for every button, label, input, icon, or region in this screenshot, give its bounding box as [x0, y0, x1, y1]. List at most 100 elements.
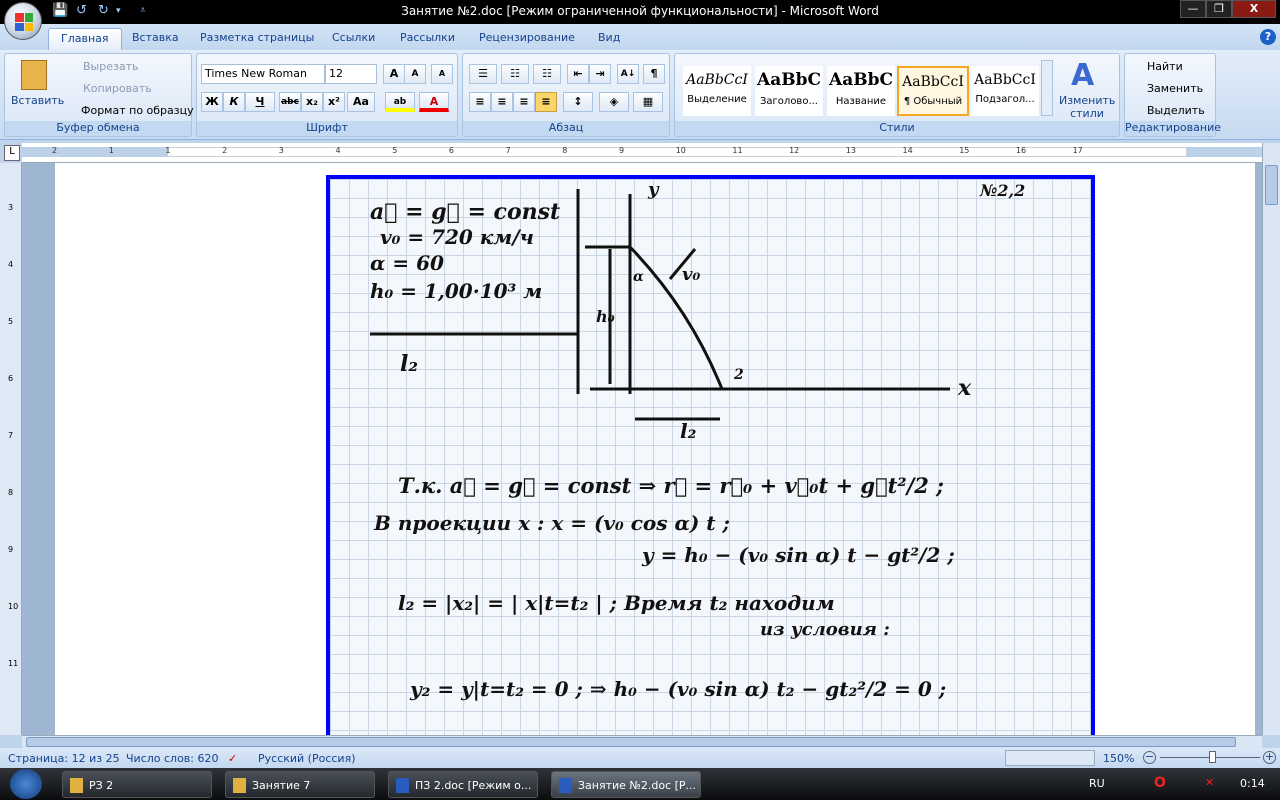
language-indicator[interactable]: Русский (Россия)	[258, 752, 356, 765]
input-language[interactable]: RU	[1089, 777, 1105, 790]
numbering-button[interactable]: ☷	[501, 64, 529, 84]
ribbon-tabs: Главная Вставка Разметка страницы Ссылки…	[0, 24, 1280, 50]
spelling-icon[interactable]: ✓	[228, 752, 237, 765]
show-marks-button[interactable]: ¶	[643, 64, 665, 84]
horizontal-ruler[interactable]: 2 1 1 2 3 4 5 6 7 8 9 10 11 12 13 14 15 16 17	[22, 143, 1262, 163]
redo-icon[interactable]: ↻	[98, 3, 109, 21]
shading-button[interactable]: ◈	[599, 92, 629, 112]
copy-button[interactable]: Копировать	[83, 82, 152, 95]
clear-format-button[interactable]: A	[431, 64, 453, 84]
format-painter-button[interactable]: Формат по образцу	[81, 104, 194, 117]
tab-mailings[interactable]: Рассылки	[388, 28, 467, 50]
start-button[interactable]	[10, 769, 42, 799]
maximize-button[interactable]: ❐	[1206, 0, 1232, 18]
align-center-button[interactable]: ≡	[491, 92, 513, 112]
diagram-lines	[370, 189, 950, 421]
undo-icon[interactable]: ↺	[76, 3, 87, 21]
tab-selector[interactable]: L	[4, 145, 20, 161]
change-case-button[interactable]: Aa	[347, 92, 375, 112]
clock[interactable]: 0:14	[1240, 777, 1265, 790]
style-emphasis[interactable]: AaBbCcI Выделение	[683, 66, 751, 116]
multilevel-list-button[interactable]: ☷	[533, 64, 561, 84]
underline-button[interactable]: Ч	[245, 92, 275, 112]
increase-indent-button[interactable]: ⇥	[589, 64, 611, 84]
zoom-slider-thumb[interactable]	[1209, 751, 1216, 763]
style-normal[interactable]: AaBbCcI ¶ Обычный	[897, 66, 969, 116]
taskbar-item[interactable]: РЗ 2	[62, 771, 212, 798]
style-title[interactable]: AaBbC Название	[827, 66, 895, 116]
strikethrough-button[interactable]: abc	[279, 92, 301, 112]
tab-page-layout[interactable]: Разметка страницы	[188, 28, 326, 50]
customize-qat-icon[interactable]: ⩡	[140, 5, 146, 23]
save-icon[interactable]: 💾	[52, 3, 68, 21]
zoom-in-button[interactable]: +	[1263, 751, 1276, 764]
sort-button[interactable]: А↓	[617, 64, 639, 84]
horizontal-scroll-thumb[interactable]	[26, 737, 1236, 747]
styles-scroll[interactable]	[1041, 60, 1053, 116]
office-button[interactable]	[4, 2, 42, 40]
document-area[interactable]: №2,2 a⃗ = g⃗ = const v₀ = 720 км/ч α = 6…	[22, 163, 1262, 735]
office-logo-icon	[15, 13, 33, 31]
ruler-mark: 11	[732, 146, 743, 155]
grow-font-button[interactable]: A	[383, 64, 405, 84]
opera-tray-icon[interactable]: O	[1154, 775, 1166, 791]
tab-insert[interactable]: Вставка	[120, 28, 191, 50]
ruler-mark: 5	[392, 146, 398, 155]
handwritten-solution-image[interactable]: №2,2 a⃗ = g⃗ = const v₀ = 720 км/ч α = 6…	[326, 175, 1095, 735]
ruler-mark: 12	[789, 146, 800, 155]
help-icon[interactable]: ?	[1260, 29, 1276, 45]
minimize-button[interactable]: —	[1180, 0, 1206, 18]
decrease-indent-button[interactable]: ⇤	[567, 64, 589, 84]
title-bar: Занятие №2.doc [Режим ограниченной функц…	[0, 0, 1280, 24]
paste-button[interactable]: Вставить	[11, 94, 64, 107]
vertical-scrollbar[interactable]	[1262, 143, 1280, 735]
vertical-scroll-thumb[interactable]	[1265, 165, 1278, 205]
font-color-button[interactable]: A	[419, 92, 449, 112]
style-subtitle[interactable]: AaBbCcI Подзагол...	[971, 66, 1039, 116]
ruler-mark: 3	[8, 203, 14, 212]
ruler-mark: 14	[902, 146, 913, 155]
vertical-ruler[interactable]: 3 4 5 6 7 8 9 10 11	[0, 163, 22, 735]
select-button[interactable]: Выделить	[1147, 104, 1205, 117]
subscript-button[interactable]: x₂	[301, 92, 323, 112]
line-spacing-button[interactable]: ↕	[563, 92, 593, 112]
tab-view[interactable]: Вид	[586, 28, 632, 50]
problem-number: №2,2	[980, 181, 1026, 200]
highlight-button[interactable]: ab	[385, 92, 415, 112]
align-right-button[interactable]: ≡	[513, 92, 535, 112]
zoom-level[interactable]: 150%	[1103, 752, 1134, 765]
taskbar-item[interactable]: ПЗ 2.doc [Режим о...	[388, 771, 538, 798]
find-button[interactable]: Найти	[1147, 60, 1183, 73]
paragraph-label: Абзац	[463, 121, 669, 136]
word-count[interactable]: Число слов: 620	[126, 752, 219, 765]
page-count[interactable]: Страница: 12 из 25	[8, 752, 120, 765]
bold-button[interactable]: Ж	[201, 92, 223, 112]
italic-button[interactable]: К	[223, 92, 245, 112]
tab-home[interactable]: Главная	[48, 28, 122, 50]
editing-group: Найти Заменить Выделить Редактирование	[1124, 53, 1221, 137]
network-tray-icon[interactable]: ✕	[1205, 776, 1214, 789]
tab-references[interactable]: Ссылки	[320, 28, 387, 50]
superscript-button[interactable]: x²	[323, 92, 345, 112]
horizontal-scrollbar[interactable]	[22, 735, 1262, 748]
font-size-select[interactable]: 12	[325, 64, 377, 84]
align-left-button[interactable]: ≡	[469, 92, 491, 112]
taskbar-item[interactable]: Занятие 7	[225, 771, 375, 798]
taskbar-item[interactable]: Занятие №2.doc [Р...	[551, 771, 701, 798]
cut-button[interactable]: Вырезать	[83, 60, 138, 73]
shrink-font-button[interactable]: A	[404, 64, 426, 84]
zoom-out-button[interactable]: −	[1143, 751, 1156, 764]
borders-button[interactable]: ▦	[633, 92, 663, 112]
change-styles-button[interactable]: Изменить стили	[1059, 94, 1115, 120]
window-title: Занятие №2.doc [Режим ограниченной функц…	[401, 4, 879, 18]
tab-review[interactable]: Рецензирование	[467, 28, 587, 50]
close-button[interactable]: X	[1232, 0, 1276, 18]
justify-button[interactable]: ≡	[535, 92, 557, 112]
bullets-button[interactable]: ☰	[469, 64, 497, 84]
replace-button[interactable]: Заменить	[1147, 82, 1203, 95]
style-heading[interactable]: AaBbC Заголово...	[755, 66, 823, 116]
redo-dropdown-icon[interactable]: ▾	[116, 6, 121, 24]
font-name-select[interactable]: Times New Roman	[201, 64, 325, 84]
document-page[interactable]: №2,2 a⃗ = g⃗ = const v₀ = 720 км/ч α = 6…	[55, 163, 1255, 735]
view-buttons[interactable]	[1005, 750, 1095, 766]
